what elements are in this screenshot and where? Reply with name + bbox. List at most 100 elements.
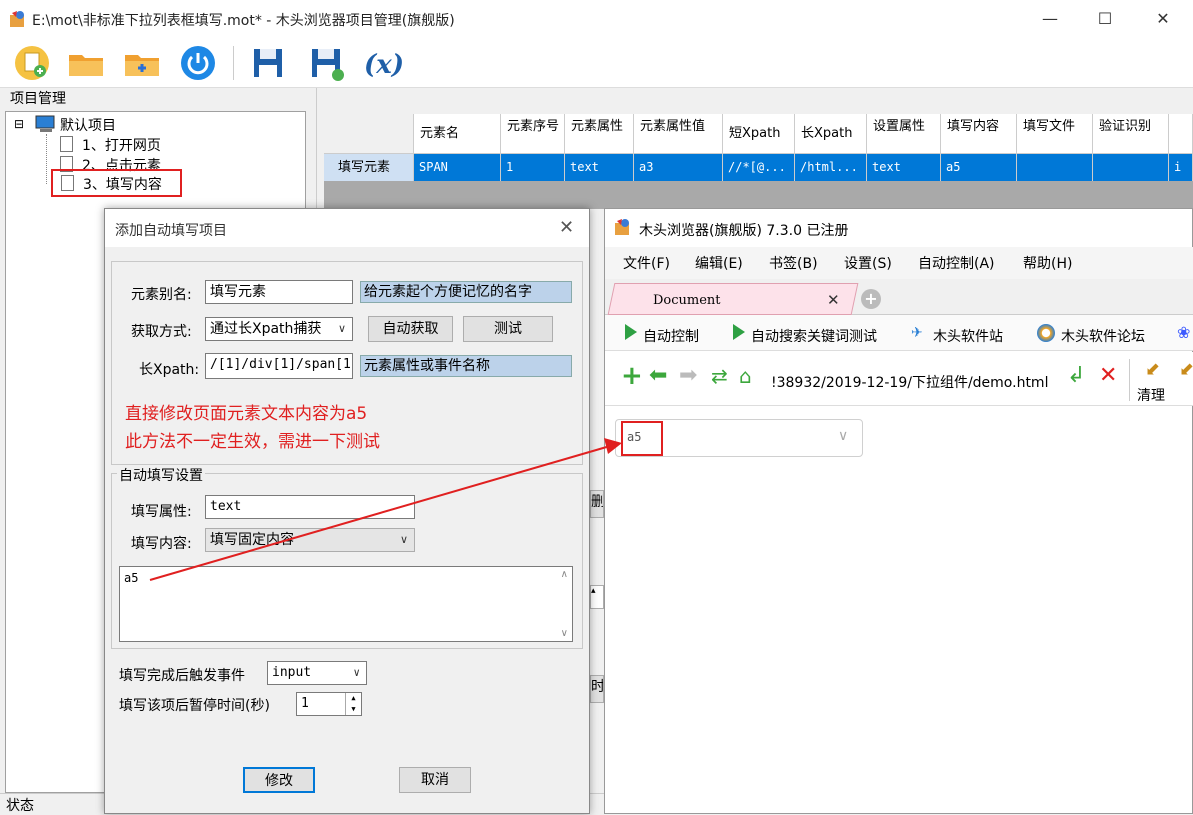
fill-content-select[interactable]: 填写固定内容 ∨ — [205, 528, 415, 552]
menu-settings[interactable]: 设置(S) — [844, 253, 892, 273]
menu-help[interactable]: 帮助(H) — [1023, 253, 1072, 273]
menu-bookmarks[interactable]: 书签(B) — [769, 253, 818, 273]
grid-header[interactable]: 元素属性值 — [634, 114, 723, 154]
xpath-input[interactable]: /[1]/div[1]/span[1] — [205, 353, 353, 379]
grid-header[interactable]: 验证识别 — [1093, 114, 1169, 154]
grid-header[interactable]: 短Xpath — [723, 114, 795, 154]
clean-button[interactable]: 清理 — [1137, 385, 1165, 405]
scroll-up-icon[interactable]: ∧ — [561, 569, 568, 580]
forum-icon — [1037, 324, 1055, 342]
dropdown-value: a5 — [627, 430, 642, 444]
svg-text:(x): (x) — [364, 50, 402, 80]
table-row[interactable]: 填写元素 SPAN 1 text a3 //*[@... /html... te… — [324, 154, 1193, 181]
table-cell: //*[@... — [723, 154, 795, 181]
method-select-value: 通过长Xpath捕获 — [210, 321, 322, 337]
maximize-button[interactable]: ☐ — [1082, 0, 1128, 38]
menu-edit[interactable]: 编辑(E) — [695, 253, 743, 273]
menu-autocontrol[interactable]: 自动控制(A) — [918, 253, 995, 273]
forward-arrow-icon[interactable]: ➡ — [679, 365, 697, 387]
app-logo-icon — [10, 11, 24, 27]
save-as-icon[interactable] — [306, 43, 346, 83]
open-folder-icon[interactable] — [66, 43, 106, 83]
window-title: E:\mot\非标准下拉列表框填写.mot* - 木头浏览器项目管理(旗舰版) — [32, 13, 455, 29]
tree-item[interactable]: 1、打开网页 — [46, 134, 246, 154]
tab-close-icon[interactable]: ✕ — [827, 291, 840, 309]
step-down-icon[interactable]: ▼ — [345, 704, 361, 715]
test-button[interactable]: 测试 — [463, 316, 553, 342]
grid-corner — [324, 114, 414, 154]
table-cell: /html... — [795, 154, 867, 181]
grid-header[interactable]: 填写内容 — [941, 114, 1017, 154]
auto-get-button[interactable]: 自动获取 — [368, 316, 453, 342]
go-icon[interactable]: ↲ — [1067, 365, 1085, 387]
menu-file[interactable]: 文件(F) — [623, 253, 670, 273]
grid-header[interactable]: 元素属性 — [565, 114, 634, 154]
dialog-close-icon[interactable]: ✕ — [559, 217, 574, 238]
table-cell: 1 — [501, 154, 565, 181]
grid-header — [1169, 114, 1193, 154]
add-folder-icon[interactable] — [122, 43, 162, 83]
main-toolbar: (x) — [0, 38, 1193, 88]
annotation-line-1: 直接修改页面元素文本内容为a5 — [125, 404, 368, 424]
back-arrow-icon[interactable]: ⬅ — [649, 365, 667, 387]
site-icon: ✈ — [911, 325, 923, 341]
bookmark-keyword-test[interactable]: 自动搜索关键词测试 — [751, 326, 877, 346]
trigger-label: 填写完成后触发事件 — [119, 668, 245, 684]
highlight-box: a5 — [621, 421, 663, 456]
grid-header[interactable]: 设置属性 — [867, 114, 941, 154]
toolbar-divider — [233, 46, 234, 80]
table-cell — [1093, 154, 1169, 181]
alias-input[interactable]: 填写元素 — [205, 280, 353, 304]
trigger-select[interactable]: input ∨ — [267, 661, 367, 685]
grid-header[interactable]: 元素序号 — [501, 114, 565, 154]
tree-item-selected[interactable]: 3、填写内容 — [51, 169, 182, 197]
address-bar[interactable]: !38932/2019-12-19/下拉组件/demo.html — [771, 372, 1048, 392]
grid-header[interactable]: 长Xpath — [795, 114, 867, 154]
fill-attr-input[interactable]: text — [205, 495, 415, 519]
cancel-button[interactable]: 取消 — [399, 767, 471, 793]
variable-icon[interactable]: (x) — [362, 43, 402, 83]
method-select[interactable]: 通过长Xpath捕获 ∨ — [205, 317, 353, 341]
grid-header[interactable]: 填写文件 — [1017, 114, 1093, 154]
collapse-icon[interactable]: ⊟ — [14, 117, 24, 131]
tree-item-label: 3、填写内容 — [83, 177, 162, 193]
hidden-spinner: ▴ — [590, 585, 604, 609]
content-textarea[interactable]: a5 ∧ ∨ — [119, 566, 573, 642]
power-icon[interactable] — [178, 43, 218, 83]
ok-button[interactable]: 修改 — [243, 767, 315, 793]
browser-logo-icon — [615, 219, 629, 235]
hidden-delete-button: 删 — [590, 490, 604, 518]
pause-stepper[interactable]: 1 ▲ ▼ — [296, 692, 362, 716]
file-icon — [61, 175, 74, 191]
new-tab-icon[interactable]: + — [861, 289, 881, 309]
bookmark-software-site[interactable]: 木头软件站 — [933, 326, 1003, 346]
chevron-down-icon: ∨ — [838, 428, 849, 444]
broom-icon: ⬋ — [1145, 359, 1161, 380]
status-label: 状态 — [6, 798, 34, 814]
tree-root-label[interactable]: 默认项目 — [60, 115, 116, 135]
bookmark-autocontrol[interactable]: 自动控制 — [643, 326, 699, 346]
scroll-down-icon[interactable]: ∨ — [561, 628, 568, 639]
project-panel-title: 项目管理 — [10, 91, 66, 107]
tab-document[interactable] — [607, 283, 859, 315]
stop-icon[interactable]: ✕ — [1099, 365, 1117, 387]
browser-menu-bar — [605, 247, 1193, 279]
close-button[interactable]: ✕ — [1140, 0, 1186, 38]
xpath-hint: 元素属性或事件名称 — [360, 355, 572, 377]
computer-icon — [35, 115, 55, 132]
bookmark-software-forum[interactable]: 木头软件论坛 — [1061, 326, 1145, 346]
table-cell: SPAN — [414, 154, 501, 181]
xpath-label: 长Xpath: — [139, 362, 200, 378]
grid-header[interactable]: 元素名 — [414, 114, 501, 154]
annotation-line-2: 此方法不一定生效，需进一下测试 — [125, 432, 380, 452]
add-icon[interactable]: + — [621, 363, 643, 389]
paw-icon: ❀ — [1177, 323, 1191, 342]
new-project-icon[interactable] — [12, 43, 52, 83]
table-cell: text — [565, 154, 634, 181]
home-icon[interactable]: ⌂ — [739, 365, 752, 387]
refresh-icon[interactable]: ⇄ — [711, 365, 728, 387]
nav-divider — [1129, 359, 1130, 401]
save-icon[interactable] — [248, 43, 288, 83]
step-up-icon[interactable]: ▲ — [345, 693, 361, 704]
minimize-button[interactable]: — — [1027, 0, 1073, 38]
